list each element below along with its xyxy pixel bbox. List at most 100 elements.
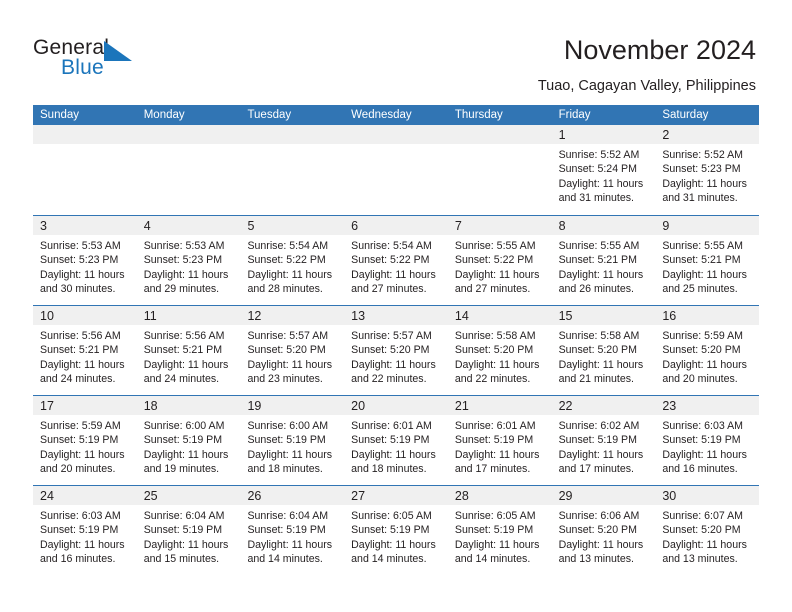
day-detail-line: and 31 minutes.: [558, 191, 634, 204]
calendar-day-cell[interactable]: 23 Sunrise: 6:03 AM Sunset: 5:19 PM Dayligh…: [655, 396, 760, 485]
calendar-day-cell[interactable]: 21 Sunrise: 6:01 AM Sunset: 5:19 PM Dayligh…: [447, 396, 552, 485]
day-number: 21: [454, 399, 469, 413]
day-detail-line: Daylight: 11 hours: [454, 268, 540, 281]
calendar-day-cell[interactable]: 20 Sunrise: 6:01 AM Sunset: 5:19 PM Dayligh…: [344, 396, 448, 485]
day-detail-line: Sunset: 5:20 PM: [558, 344, 637, 357]
day-detail-line: Sunset: 5:20 PM: [558, 524, 637, 537]
calendar-day-cell-empty: [447, 125, 552, 215]
calendar-day-cell[interactable]: 11 Sunrise: 5:56 AM Sunset: 5:21 PM Dayligh…: [136, 306, 241, 395]
day-detail-line: Sunrise: 6:04 AM: [143, 510, 225, 522]
day-details: Sunrise: 5:57 AM Sunset: 5:20 PM Daylight:…: [240, 325, 344, 386]
calendar-day-cell[interactable]: 1 Sunrise: 5:52 AM Sunset: 5:24 PM Daylight…: [551, 125, 656, 215]
calendar-week-row: 17 Sunrise: 5:59 AM Sunset: 5:19 PM Dayligh…: [33, 395, 760, 485]
weekday-header-tuesday: Tuesday: [247, 109, 292, 121]
weekday-header-friday: Friday: [558, 109, 591, 121]
day-detail-line: and 31 minutes.: [662, 191, 738, 204]
day-number: 2: [662, 128, 670, 142]
calendar-page: General Blue November 2024 Tuao, Cagayan…: [0, 0, 792, 612]
weekday-header-sunday: Sunday: [40, 109, 80, 121]
day-detail-line: Sunrise: 5:55 AM: [662, 240, 743, 252]
calendar-week-row: 1 Sunrise: 5:52 AM Sunset: 5:24 PM Daylight…: [33, 125, 760, 215]
calendar-day-cell[interactable]: 10 Sunrise: 5:56 AM Sunset: 5:21 PM Dayligh…: [33, 306, 137, 395]
day-detail-line: Sunrise: 6:02 AM: [558, 420, 640, 432]
day-number-band: [551, 125, 656, 144]
day-number-band: [240, 125, 345, 144]
day-detail-line: Sunset: 5:21 PM: [40, 344, 119, 357]
day-details: Sunrise: 5:54 AM Sunset: 5:22 PM Daylight:…: [240, 235, 344, 296]
triangle-icon: [104, 41, 132, 61]
day-details: [448, 144, 552, 148]
calendar-day-cell[interactable]: 16 Sunrise: 5:59 AM Sunset: 5:20 PM Dayligh…: [655, 306, 760, 395]
day-detail-line: Sunset: 5:19 PM: [143, 434, 223, 447]
day-detail-line: Sunset: 5:19 PM: [40, 434, 119, 447]
calendar-day-cell-empty: [344, 125, 448, 215]
day-details: Sunrise: 6:02 AM Sunset: 5:19 PM Daylight:…: [552, 415, 656, 476]
day-detail-line: and 17 minutes.: [454, 462, 531, 475]
calendar-day-cell[interactable]: 18 Sunrise: 6:00 AM Sunset: 5:19 PM Dayligh…: [136, 396, 241, 485]
calendar-day-cell[interactable]: 5 Sunrise: 5:54 AM Sunset: 5:22 PM Daylight…: [240, 216, 345, 305]
calendar-day-cell[interactable]: 12 Sunrise: 5:57 AM Sunset: 5:20 PM Dayligh…: [240, 306, 345, 395]
day-detail-line: Daylight: 11 hours: [558, 538, 644, 551]
general-blue-logo[interactable]: General Blue: [33, 36, 193, 84]
day-detail-line: and 24 minutes.: [143, 372, 220, 385]
weekday-header-monday: Monday: [143, 109, 185, 121]
day-details: Sunrise: 6:00 AM Sunset: 5:19 PM Daylight:…: [240, 415, 344, 476]
day-details: [344, 144, 448, 148]
day-detail-line: Sunset: 5:21 PM: [558, 254, 637, 267]
day-detail-line: Sunset: 5:19 PM: [662, 434, 741, 447]
day-detail-line: and 28 minutes.: [247, 282, 323, 295]
day-details: Sunrise: 5:52 AM Sunset: 5:24 PM Daylight:…: [552, 144, 656, 205]
calendar-day-cell[interactable]: 22 Sunrise: 6:02 AM Sunset: 5:19 PM Dayligh…: [551, 396, 656, 485]
day-details: Sunrise: 5:55 AM Sunset: 5:22 PM Daylight:…: [448, 235, 552, 296]
calendar-day-cell[interactable]: 27 Sunrise: 6:05 AM Sunset: 5:19 PM Dayligh…: [344, 486, 448, 575]
day-detail-line: Daylight: 11 hours: [662, 448, 747, 461]
day-detail-line: Daylight: 11 hours: [40, 538, 125, 551]
calendar-day-cell[interactable]: 8 Sunrise: 5:55 AM Sunset: 5:21 PM Daylight…: [551, 216, 656, 305]
day-number: 5: [247, 219, 255, 233]
day-detail-line: and 27 minutes.: [351, 282, 427, 295]
day-detail-line: Sunset: 5:19 PM: [143, 524, 223, 537]
day-number: 8: [558, 219, 566, 233]
day-detail-line: Daylight: 11 hours: [351, 358, 436, 371]
calendar-day-cell[interactable]: 4 Sunrise: 5:53 AM Sunset: 5:23 PM Daylight…: [136, 216, 241, 305]
day-detail-line: Sunrise: 6:05 AM: [351, 510, 432, 522]
calendar-day-cell[interactable]: 30 Sunrise: 6:07 AM Sunset: 5:20 PM Dayligh…: [655, 486, 760, 575]
day-detail-line: and 19 minutes.: [143, 462, 220, 475]
calendar-day-cell[interactable]: 26 Sunrise: 6:04 AM Sunset: 5:19 PM Dayligh…: [240, 486, 345, 575]
day-detail-line: Sunrise: 5:58 AM: [454, 330, 536, 342]
day-number-band: [447, 125, 552, 144]
day-detail-line: Sunrise: 6:00 AM: [247, 420, 329, 432]
day-detail-line: Daylight: 11 hours: [351, 448, 436, 461]
calendar-day-cell[interactable]: 15 Sunrise: 5:58 AM Sunset: 5:20 PM Dayligh…: [551, 306, 656, 395]
weekday-header-saturday: Saturday: [662, 109, 709, 121]
calendar-day-cell[interactable]: 14 Sunrise: 5:58 AM Sunset: 5:20 PM Dayligh…: [447, 306, 552, 395]
day-detail-line: Sunrise: 5:55 AM: [454, 240, 536, 252]
calendar-day-cell[interactable]: 19 Sunrise: 6:00 AM Sunset: 5:19 PM Dayligh…: [240, 396, 345, 485]
day-detail-line: Sunrise: 5:56 AM: [143, 330, 225, 342]
day-detail-line: and 29 minutes.: [143, 282, 220, 295]
calendar-day-cell[interactable]: 7 Sunrise: 5:55 AM Sunset: 5:22 PM Daylight…: [447, 216, 552, 305]
day-number: 10: [40, 309, 54, 323]
day-number-band: [33, 216, 137, 235]
calendar-day-cell[interactable]: 9 Sunrise: 5:55 AM Sunset: 5:21 PM Daylight…: [655, 216, 760, 305]
day-detail-line: Sunset: 5:19 PM: [454, 524, 534, 537]
day-details: Sunrise: 5:59 AM Sunset: 5:19 PM Daylight:…: [33, 415, 137, 476]
calendar-day-cell[interactable]: 2 Sunrise: 5:52 AM Sunset: 5:23 PM Daylight…: [655, 125, 760, 215]
day-detail-line: Sunrise: 5:52 AM: [558, 149, 640, 161]
calendar-day-cell[interactable]: 17 Sunrise: 5:59 AM Sunset: 5:19 PM Dayligh…: [33, 396, 137, 485]
day-detail-line: and 23 minutes.: [247, 372, 323, 385]
calendar-day-cell[interactable]: 3 Sunrise: 5:53 AM Sunset: 5:23 PM Daylight…: [33, 216, 137, 305]
day-detail-line: and 13 minutes.: [662, 552, 738, 565]
day-number: 20: [351, 399, 366, 413]
day-number: 18: [143, 399, 158, 413]
calendar-day-cell[interactable]: 25 Sunrise: 6:04 AM Sunset: 5:19 PM Dayligh…: [136, 486, 241, 575]
calendar-day-cell[interactable]: 13 Sunrise: 5:57 AM Sunset: 5:20 PM Dayligh…: [344, 306, 448, 395]
day-detail-line: Sunset: 5:19 PM: [558, 434, 637, 447]
calendar-day-cell[interactable]: 6 Sunrise: 5:54 AM Sunset: 5:22 PM Daylight…: [344, 216, 448, 305]
day-number: 25: [143, 489, 158, 503]
day-details: [137, 144, 241, 148]
calendar-day-cell[interactable]: 28 Sunrise: 6:05 AM Sunset: 5:19 PM Dayligh…: [447, 486, 552, 575]
calendar-day-cell[interactable]: 29 Sunrise: 6:06 AM Sunset: 5:20 PM Dayligh…: [551, 486, 656, 575]
calendar-day-cell[interactable]: 24 Sunrise: 6:03 AM Sunset: 5:19 PM Dayligh…: [33, 486, 137, 575]
day-detail-line: Sunset: 5:19 PM: [351, 434, 430, 447]
